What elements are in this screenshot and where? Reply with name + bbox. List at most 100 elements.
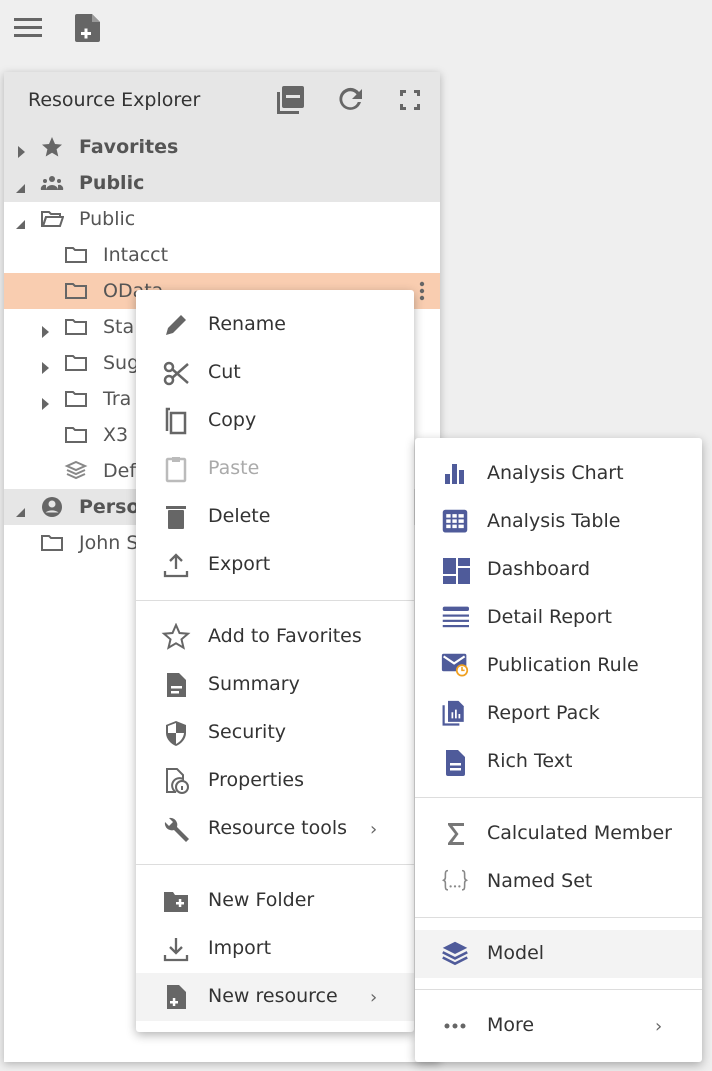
tree-item-label: Sta xyxy=(103,316,135,338)
document-icon xyxy=(167,673,186,697)
wrench-icon xyxy=(164,817,189,842)
chevron-right-icon: › xyxy=(370,819,378,840)
refresh-icon[interactable] xyxy=(334,84,366,116)
caret-down-icon[interactable] xyxy=(16,501,26,517)
collapse-all-icon[interactable] xyxy=(274,84,306,116)
menu-item-security[interactable]: Security xyxy=(136,709,414,757)
group-icon xyxy=(40,176,64,190)
folder-icon xyxy=(64,387,88,411)
menu-item-label: Export xyxy=(208,553,271,575)
menu-item-label: Named Set xyxy=(487,870,593,892)
menu-item-label: New resource xyxy=(208,985,338,1007)
tree-item-label: Perso xyxy=(79,496,140,518)
layers-icon xyxy=(442,941,468,966)
folder-icon xyxy=(64,315,88,339)
menu-item-analysis-chart[interactable]: Analysis Chart xyxy=(415,450,702,498)
star-outline-icon xyxy=(160,622,192,651)
table-icon xyxy=(439,508,471,536)
export-icon xyxy=(163,553,189,578)
folder-plus-icon xyxy=(160,887,192,915)
menu-item-label: Model xyxy=(487,942,545,964)
menu-item-rich-text[interactable]: Rich Text xyxy=(415,738,702,786)
tree-item[interactable]: Public xyxy=(4,165,440,201)
folder-icon xyxy=(64,351,88,375)
menu-item-label: Paste xyxy=(208,457,260,479)
context-menu: Rename Cut Copy Paste Delete Export Add to Fav… xyxy=(136,290,414,1032)
scissors-icon xyxy=(163,361,189,386)
sigma-icon xyxy=(448,823,464,845)
menu-item-label: Detail Report xyxy=(487,606,612,628)
tree-item-label: Sug xyxy=(103,352,140,374)
menu-item-label: Summary xyxy=(208,673,300,695)
fullscreen-icon[interactable] xyxy=(394,84,426,116)
rich-text-icon xyxy=(439,748,471,776)
menu-item-more[interactable]: More › xyxy=(415,1002,702,1050)
caret-right-icon[interactable] xyxy=(40,357,50,374)
menu-item-rename[interactable]: Rename xyxy=(136,301,414,349)
copy-icon xyxy=(160,407,192,435)
group-icon xyxy=(40,171,64,195)
file-plus-icon[interactable] xyxy=(72,12,104,44)
file-plus-icon xyxy=(167,985,186,1009)
menu-item-label: New Folder xyxy=(208,889,315,911)
caret-down-icon[interactable] xyxy=(16,213,26,229)
menu-item-label: Analysis Chart xyxy=(487,462,624,484)
menu-item-detail-report[interactable]: Detail Report xyxy=(415,594,702,642)
menu-item-label: Report Pack xyxy=(487,702,600,724)
menu-item-analysis-table[interactable]: Analysis Table xyxy=(415,498,702,546)
dashboard-icon xyxy=(443,558,470,584)
folder-icon xyxy=(40,531,64,555)
menu-item-report-pack[interactable]: Report Pack xyxy=(415,690,702,738)
menu-item-new-folder[interactable]: New Folder xyxy=(136,877,414,925)
tree-item-label: X3 xyxy=(103,424,129,446)
menu-item-cut[interactable]: Cut xyxy=(136,349,414,397)
braces-icon xyxy=(441,869,469,891)
folder-icon xyxy=(41,535,63,551)
menu-item-label: Security xyxy=(208,721,287,743)
model-icon xyxy=(64,460,88,480)
menu-item-delete[interactable]: Delete xyxy=(136,493,414,541)
menu-item-new-resource[interactable]: New resource › xyxy=(136,973,414,1021)
tree-item[interactable]: Intacct xyxy=(4,237,440,273)
caret-right-icon[interactable] xyxy=(16,141,26,158)
dashboard-icon xyxy=(439,556,471,584)
folder-icon xyxy=(64,243,88,267)
menu-item-import[interactable]: Import xyxy=(136,925,414,973)
caret-right-icon[interactable] xyxy=(40,393,50,410)
caret-down-icon[interactable] xyxy=(16,177,26,193)
wrench-icon xyxy=(160,815,192,843)
menu-item-calculated-member[interactable]: Calculated Member xyxy=(415,810,702,858)
tree-item-label: Public xyxy=(79,208,136,230)
file-plus-icon xyxy=(160,983,192,1011)
menu-item-label: Dashboard xyxy=(487,558,591,580)
tree-item[interactable]: Public xyxy=(4,201,440,237)
menu-item-add-to-favorites[interactable]: Add to Favorites xyxy=(136,613,414,661)
braces-icon xyxy=(439,868,471,896)
hamburger-icon[interactable] xyxy=(12,12,44,44)
folder-open-icon xyxy=(40,207,65,231)
menu-item-copy[interactable]: Copy xyxy=(136,397,414,445)
menu-item-resource-tools[interactable]: Resource tools › xyxy=(136,805,414,853)
list-report-icon xyxy=(442,606,469,628)
mail-clock-icon xyxy=(441,653,469,677)
clipboard-icon xyxy=(165,457,187,483)
folder-icon xyxy=(65,247,87,263)
more-vert-icon[interactable] xyxy=(418,281,426,301)
trash-icon xyxy=(166,506,186,529)
menu-item-properties[interactable]: Properties xyxy=(136,757,414,805)
tree-item[interactable]: Favorites xyxy=(4,129,440,165)
menu-divider xyxy=(415,917,702,918)
menu-item-label: Publication Rule xyxy=(487,654,639,676)
menu-item-summary[interactable]: Summary xyxy=(136,661,414,709)
menu-item-model[interactable]: Model xyxy=(415,930,702,978)
layers-icon xyxy=(439,940,471,968)
menu-item-dashboard[interactable]: Dashboard xyxy=(415,546,702,594)
menu-item-label: Import xyxy=(208,937,272,959)
menu-item-publication-rule[interactable]: Publication Rule xyxy=(415,642,702,690)
folder-icon xyxy=(64,279,88,303)
menu-item-export[interactable]: Export xyxy=(136,541,414,589)
menu-item-label: Rich Text xyxy=(487,750,573,772)
star-icon xyxy=(40,135,64,159)
caret-right-icon[interactable] xyxy=(40,321,50,338)
menu-item-named-set[interactable]: Named Set xyxy=(415,858,702,906)
